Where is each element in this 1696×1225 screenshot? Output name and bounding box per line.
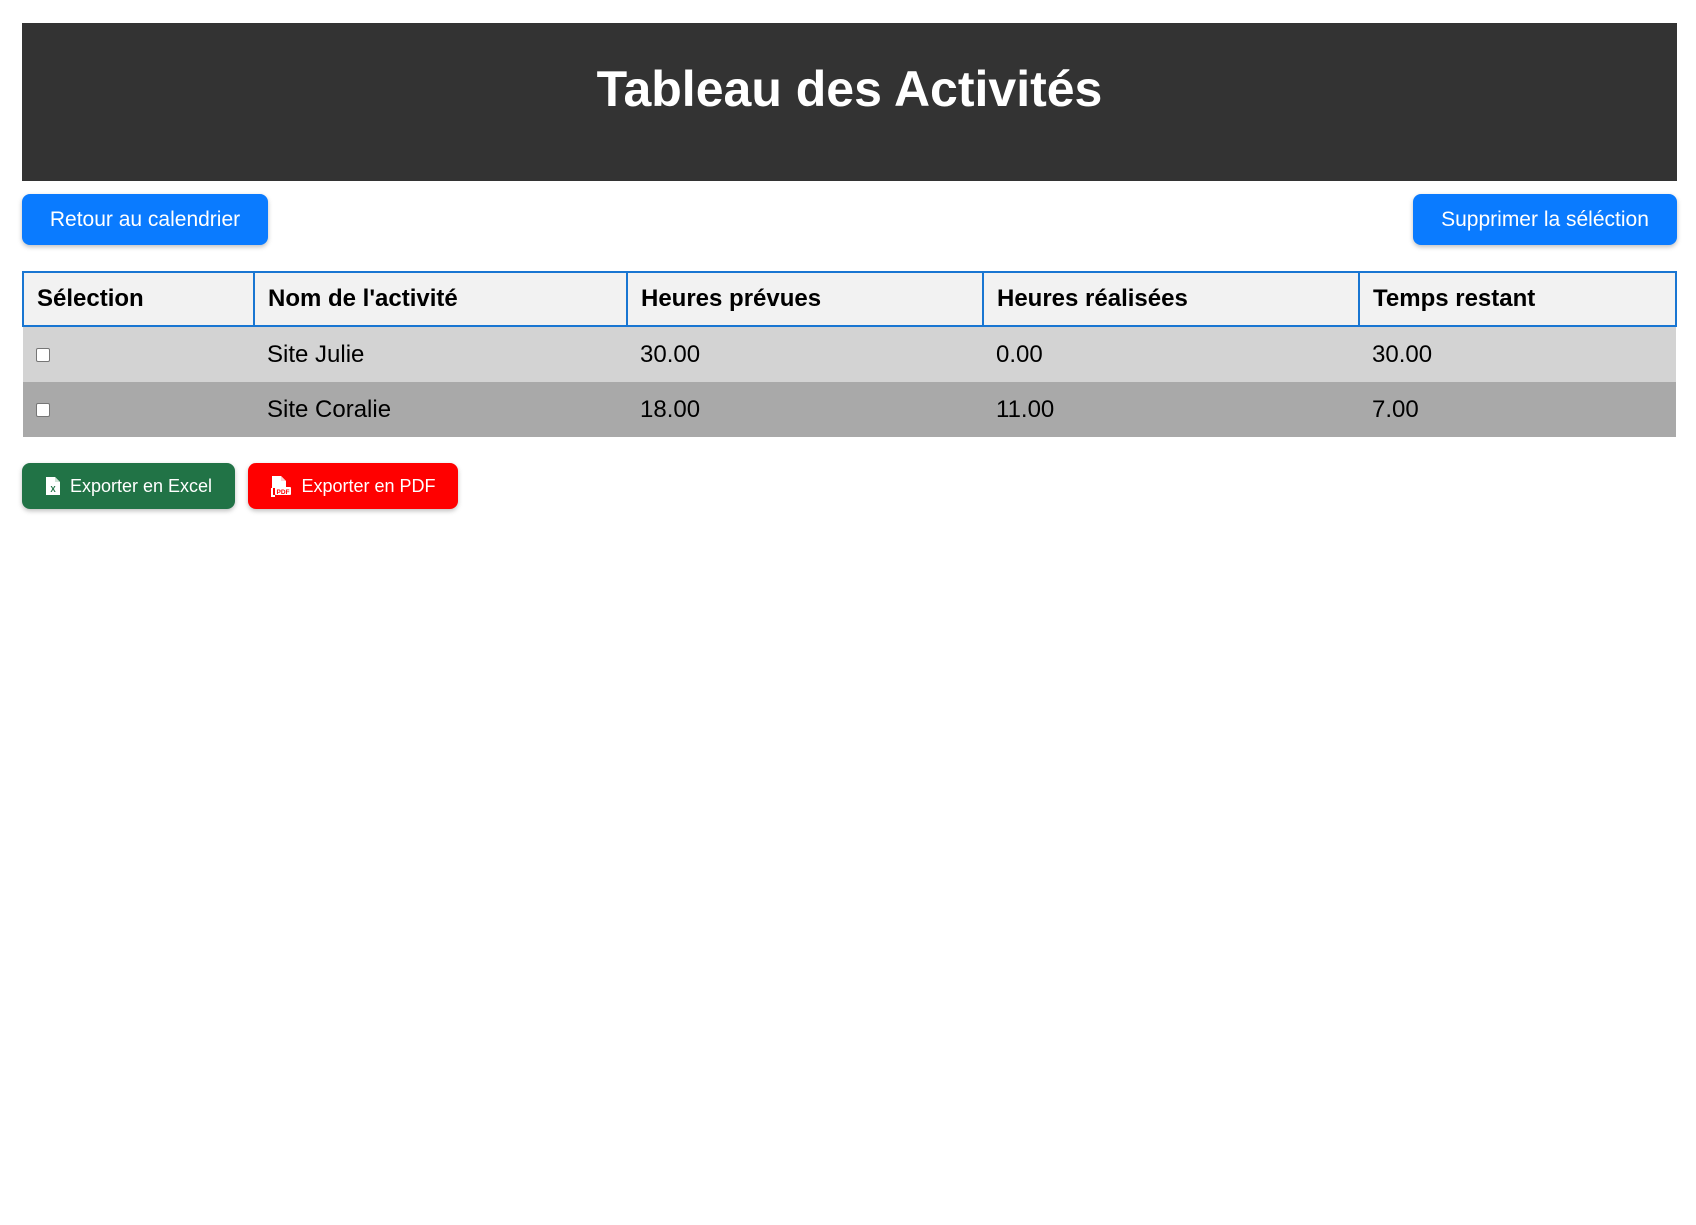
activities-table: Sélection Nom de l'activité Heures prévu… [22,271,1677,437]
row-checkbox[interactable] [36,403,50,418]
export-pdf-label: Exporter en PDF [301,475,436,496]
done-hours-cell: 11.00 [996,395,1055,423]
back-to-calendar-button[interactable]: Retour au calendrier [22,194,268,245]
selection-cell [23,382,254,437]
column-header-remaining-time[interactable]: Temps restant [1358,271,1677,327]
export-excel-label: Exporter en Excel [69,475,213,496]
column-header-planned-hours[interactable]: Heures prévues [626,271,984,327]
column-header-activity-name[interactable]: Nom de l'activité [253,271,628,327]
table-row: Site Julie 30.00 0.00 30.00 [23,326,1676,382]
file-excel-icon: X [45,476,61,496]
svg-text:X: X [50,485,56,494]
row-checkbox[interactable] [36,348,50,363]
column-header-done-hours[interactable]: Heures réalisées [982,271,1360,327]
file-pdf-icon: PDF [270,475,292,497]
delete-selection-button[interactable]: Supprimer la séléction [1413,194,1677,245]
page: Tableau des Activités Retour au calendri… [0,0,1696,1225]
remaining-time-cell: 7.00 [1372,395,1419,423]
page-title: Tableau des Activités [596,61,1103,117]
activity-name-cell: Site Julie [267,340,365,368]
column-header-selection[interactable]: Sélection [22,271,255,327]
export-pdf-button[interactable]: PDF Exporter en PDF [248,463,458,509]
planned-hours-cell: 30.00 [640,340,701,368]
table-header-row: Sélection Nom de l'activité Heures prévu… [22,271,1677,327]
export-excel-button[interactable]: X Exporter en Excel [22,463,235,509]
done-hours-cell: 0.00 [996,340,1043,368]
selection-cell [23,326,254,382]
activity-name-cell: Site Coralie [267,395,392,423]
planned-hours-cell: 18.00 [640,395,701,423]
table-row: Site Coralie 18.00 11.00 7.00 [23,382,1676,437]
remaining-time-cell: 30.00 [1372,340,1433,368]
page-header: Tableau des Activités [22,23,1677,181]
svg-text:PDF: PDF [277,489,290,496]
